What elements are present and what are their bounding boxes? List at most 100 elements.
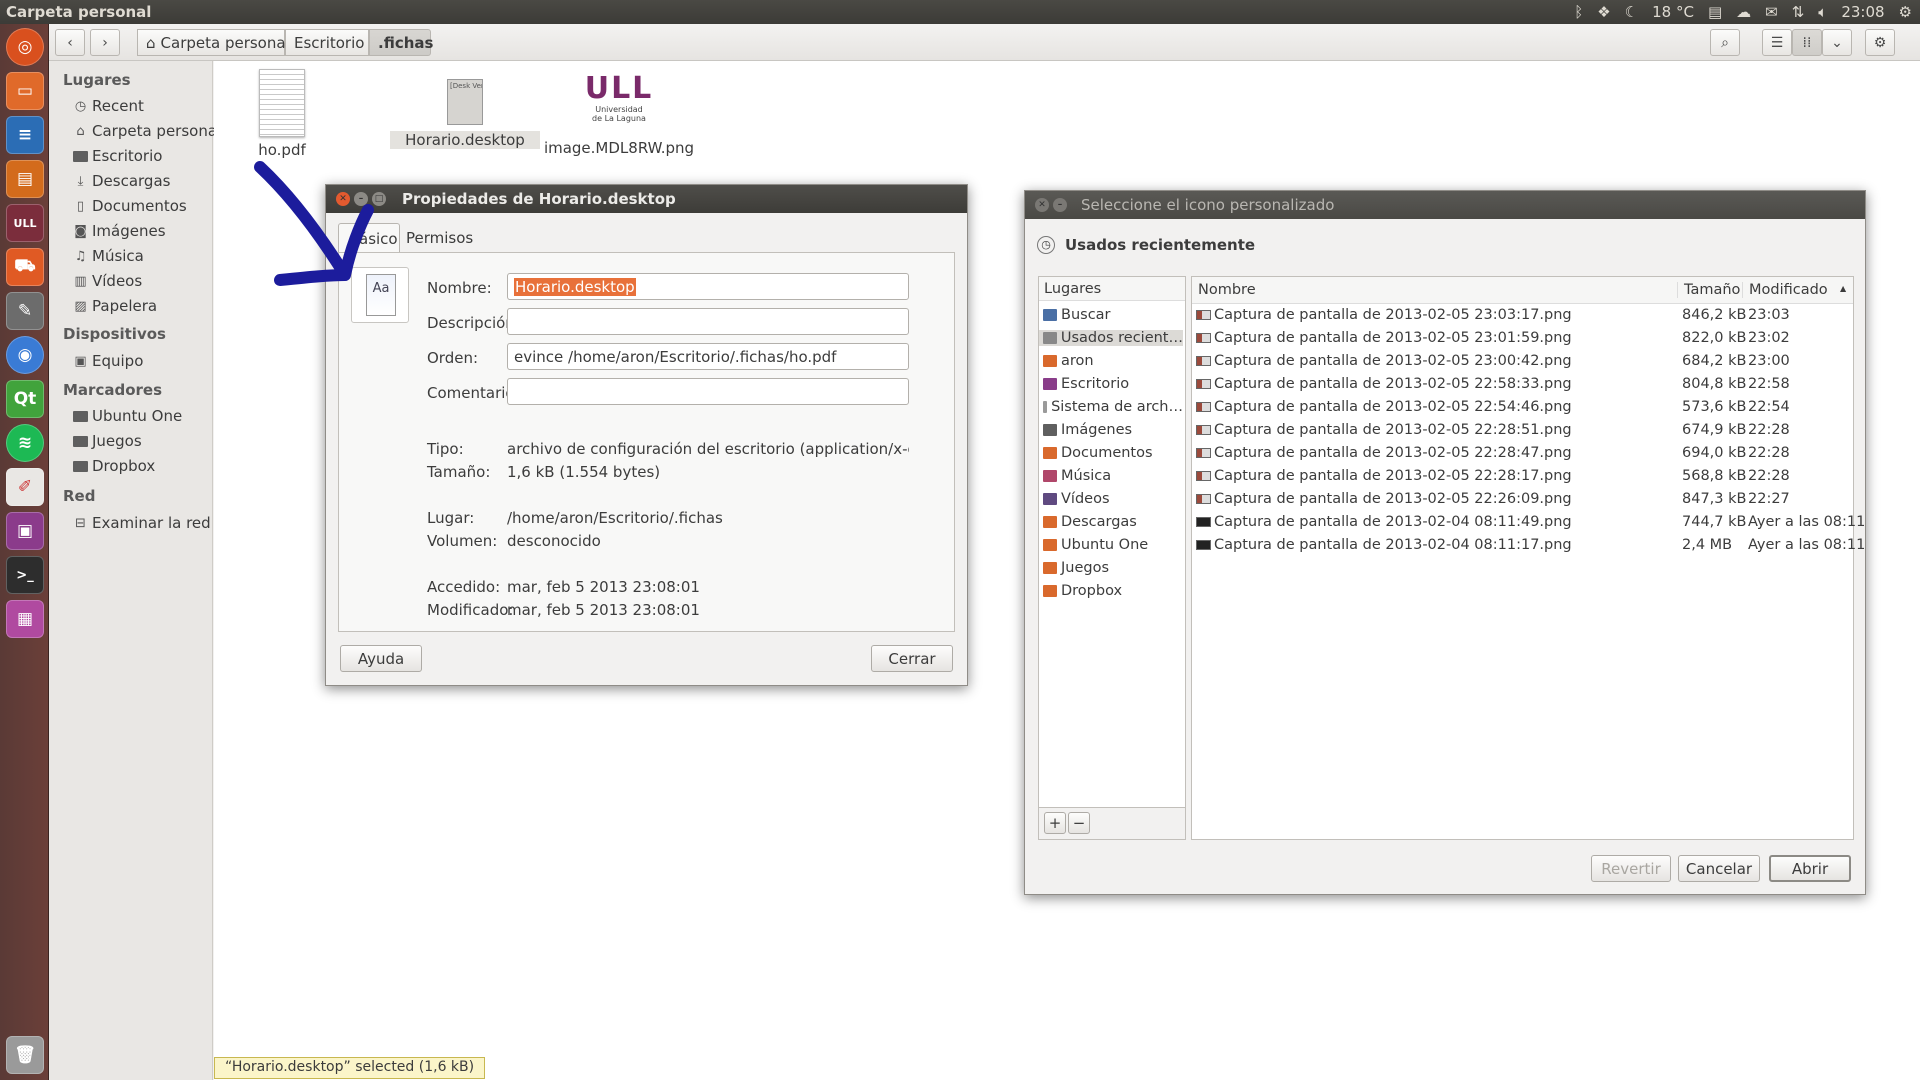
- file-row[interactable]: Captura de pantalla de 2013-02-05 22:28:…: [1192, 419, 1853, 442]
- sidebar-item-videos[interactable]: ▥ Vídeos: [73, 272, 142, 290]
- files-icon[interactable]: ▭: [6, 72, 44, 110]
- places-header[interactable]: Lugares: [1039, 277, 1185, 301]
- orden-field[interactable]: evince /home/aron/Escritorio/.fichas/ho.…: [507, 343, 909, 370]
- sidebar-item-dropbox[interactable]: Dropbox: [73, 457, 155, 475]
- ull-logo-icon[interactable]: ULL: [6, 204, 44, 242]
- add-bookmark-button[interactable]: +: [1044, 812, 1066, 834]
- breadcrumb-home[interactable]: ⌂ Carpeta personal: [137, 29, 290, 56]
- sidebar-item-ubuntu-one[interactable]: Ubuntu One: [73, 407, 182, 425]
- sidebar-item-papelera[interactable]: ▨ Papelera: [73, 297, 157, 315]
- file-row[interactable]: Captura de pantalla de 2013-02-05 22:54:…: [1192, 396, 1853, 419]
- chromium-icon[interactable]: ◉: [6, 336, 44, 374]
- dropbox-icon[interactable]: ❖: [1597, 3, 1610, 21]
- column-tamano[interactable]: Tamaño: [1677, 282, 1740, 298]
- revert-button[interactable]: Revertir: [1591, 855, 1671, 882]
- place-item[interactable]: Descargas: [1043, 514, 1183, 530]
- file-row[interactable]: Captura de pantalla de 2013-02-05 23:00:…: [1192, 350, 1853, 373]
- column-modificado[interactable]: Modificado: [1742, 282, 1828, 298]
- volume-icon[interactable]: 🔈︎: [1818, 3, 1827, 21]
- place-item[interactable]: Usados recient…: [1039, 330, 1183, 346]
- clock[interactable]: 23:08: [1841, 3, 1884, 21]
- temperature-label[interactable]: 18 °C: [1652, 3, 1694, 21]
- file-row[interactable]: Captura de pantalla de 2013-02-05 23:01:…: [1192, 327, 1853, 350]
- open-button[interactable]: Abrir: [1769, 855, 1851, 882]
- workspaces-icon[interactable]: ▦: [6, 600, 44, 638]
- help-button[interactable]: Ayuda: [340, 645, 422, 672]
- file-list[interactable]: Nombre Tamaño Modificado ▲ Captura de pa…: [1191, 276, 1865, 840]
- writer-icon[interactable]: ≡: [6, 116, 44, 154]
- dialog-titlebar[interactable]: ✕ – Seleccione el icono personalizado: [1025, 191, 1865, 219]
- remove-bookmark-button[interactable]: −: [1068, 812, 1090, 834]
- place-item[interactable]: Imágenes: [1043, 422, 1183, 438]
- sidebar-item-documentos[interactable]: ▯ Documentos: [73, 197, 187, 215]
- mail-icon[interactable]: ✉: [1765, 3, 1778, 21]
- nombre-field[interactable]: Horario.desktop: [507, 273, 909, 300]
- keyboard-icon[interactable]: ▤: [1708, 3, 1722, 21]
- place-item[interactable]: Escritorio: [1043, 376, 1183, 392]
- sidebar-item-juegos[interactable]: Juegos: [73, 432, 142, 450]
- sidebar-item-home[interactable]: ⌂ Carpeta personal: [73, 122, 221, 140]
- grid-view-button[interactable]: ⁞⁞: [1792, 29, 1822, 56]
- file-row[interactable]: Captura de pantalla de 2013-02-05 23:03:…: [1192, 304, 1853, 327]
- place-item[interactable]: Música: [1043, 468, 1183, 484]
- impress-icon[interactable]: ▤: [6, 160, 44, 198]
- software-center-icon[interactable]: ⛟: [6, 248, 44, 286]
- file-row[interactable]: Captura de pantalla de 2013-02-05 22:28:…: [1192, 465, 1853, 488]
- comentario-field[interactable]: [507, 378, 909, 405]
- dialog-titlebar[interactable]: ✕ – □ Propiedades de Horario.desktop: [326, 185, 967, 213]
- file-row[interactable]: Captura de pantalla de 2013-02-04 08:11:…: [1192, 511, 1865, 534]
- place-item[interactable]: Ubuntu One: [1043, 537, 1183, 553]
- image-viewer-icon[interactable]: ▣: [6, 512, 44, 550]
- forward-button[interactable]: ›: [90, 29, 120, 56]
- place-item[interactable]: Buscar: [1043, 307, 1183, 323]
- tab-permisos[interactable]: Permisos: [406, 229, 473, 247]
- file-item-horario-desktop[interactable]: [Desk Versi Name= Gener Horario.desktop: [390, 79, 540, 149]
- sidebar-item-musica[interactable]: ♫ Música: [73, 247, 144, 265]
- minimize-icon[interactable]: –: [1053, 198, 1067, 212]
- file-row[interactable]: Captura de pantalla de 2013-02-05 22:28:…: [1192, 442, 1853, 465]
- dash-home-icon[interactable]: ◎: [6, 28, 44, 66]
- list-view-button[interactable]: ☰: [1762, 29, 1792, 56]
- breadcrumb-fichas[interactable]: .fichas: [369, 29, 433, 56]
- search-button[interactable]: ⌕: [1710, 29, 1740, 56]
- weather-icon[interactable]: ☾: [1625, 3, 1638, 21]
- spotify-icon[interactable]: ≋: [6, 424, 44, 462]
- file-item-ho-pdf[interactable]: ho.pdf: [254, 69, 310, 159]
- sidebar-item-examinar-red[interactable]: ⊟ Examinar la red: [73, 514, 211, 532]
- place-item[interactable]: Dropbox: [1043, 583, 1183, 599]
- view-options-button[interactable]: ⌄: [1822, 29, 1852, 56]
- bluetooth-icon[interactable]: ᛒ: [1574, 3, 1583, 21]
- terminal-icon[interactable]: >_: [6, 556, 44, 594]
- place-item[interactable]: Vídeos: [1043, 491, 1183, 507]
- file-row-name: Captura de pantalla de 2013-02-05 22:54:…: [1214, 399, 1572, 415]
- file-row-name: Captura de pantalla de 2013-02-05 22:28:…: [1214, 422, 1572, 438]
- file-item-image-png[interactable]: ULL Universidad de La Laguna image.MDL8R…: [539, 73, 699, 158]
- descripcion-field[interactable]: [507, 308, 909, 335]
- settings-button[interactable]: ⚙: [1865, 29, 1895, 56]
- sidebar-item-imagenes[interactable]: ◙ Imágenes: [73, 222, 165, 240]
- place-item[interactable]: Sistema de arch…: [1043, 399, 1183, 415]
- close-button[interactable]: Cerrar: [871, 645, 953, 672]
- back-button[interactable]: ‹: [55, 29, 85, 56]
- network-icon[interactable]: ⇅: [1792, 3, 1805, 21]
- cloud-icon[interactable]: ☁: [1736, 3, 1751, 21]
- trash-icon[interactable]: 🗑︎: [6, 1036, 44, 1074]
- close-icon[interactable]: ✕: [1035, 198, 1049, 212]
- place-item[interactable]: aron: [1043, 353, 1183, 369]
- gimp-icon[interactable]: ✎: [6, 292, 44, 330]
- qt-creator-icon[interactable]: Qt: [6, 380, 44, 418]
- sidebar-item-equipo[interactable]: ▣ Equipo: [73, 352, 143, 370]
- sidebar-item-descargas[interactable]: ⤓ Descargas: [73, 172, 171, 190]
- settings-icon[interactable]: ⚙: [1899, 3, 1912, 21]
- file-row[interactable]: Captura de pantalla de 2013-02-05 22:26:…: [1192, 488, 1853, 511]
- text-editor-icon[interactable]: ✐: [6, 468, 44, 506]
- column-nombre[interactable]: Nombre: [1198, 282, 1256, 298]
- file-row[interactable]: Captura de pantalla de 2013-02-04 08:11:…: [1192, 534, 1865, 557]
- sidebar-item-recent[interactable]: ◷ Recent: [73, 97, 144, 115]
- breadcrumb-escritorio[interactable]: Escritorio: [285, 29, 369, 56]
- cancel-button[interactable]: Cancelar: [1678, 855, 1760, 882]
- file-row[interactable]: Captura de pantalla de 2013-02-05 22:58:…: [1192, 373, 1853, 396]
- sidebar-item-escritorio[interactable]: Escritorio: [73, 147, 162, 165]
- place-item[interactable]: Documentos: [1043, 445, 1183, 461]
- place-item[interactable]: Juegos: [1043, 560, 1183, 576]
